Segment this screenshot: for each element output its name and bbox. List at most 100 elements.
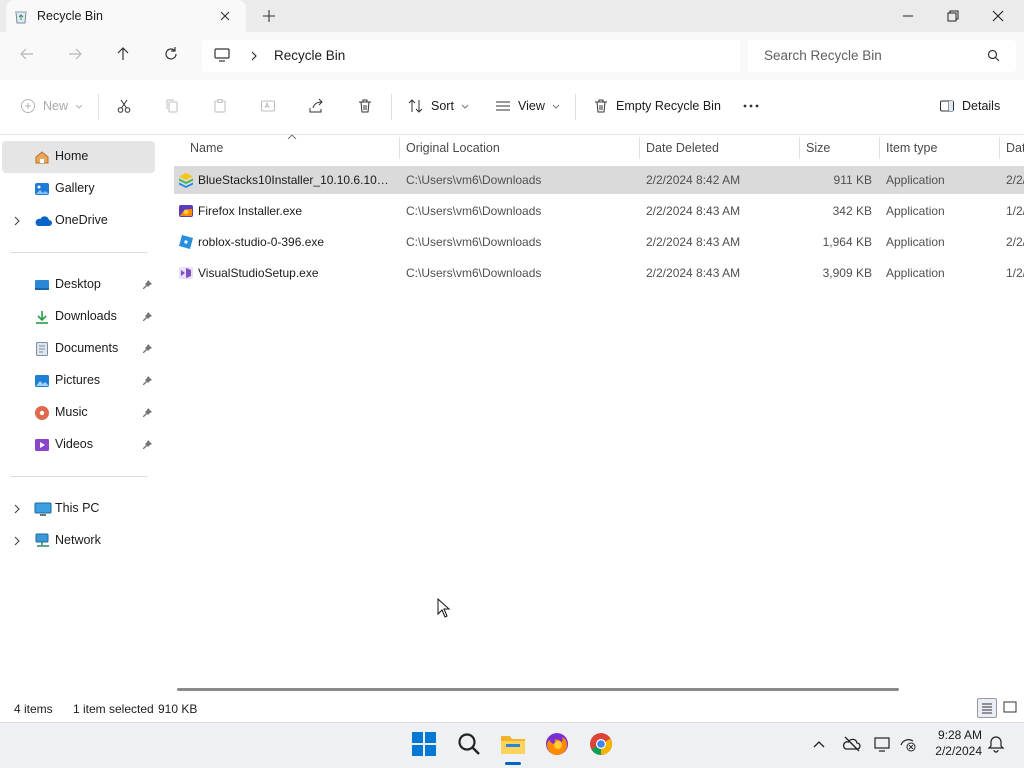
column-header-name[interactable]: Name [190,141,223,155]
this-pc-icon [34,501,52,517]
rename-button[interactable] [260,98,276,114]
clock-time[interactable]: 9:28 AM [932,728,982,742]
trash-icon [357,98,373,114]
column-divider[interactable] [999,137,1000,159]
search-icon[interactable] [987,49,1000,62]
minimize-icon[interactable] [900,8,916,24]
cut-button[interactable] [116,98,132,114]
view-button[interactable]: View [495,98,560,114]
paste-button[interactable] [212,98,228,114]
desktop-icon [34,277,50,293]
column-divider[interactable] [639,137,640,159]
file-location: C:\Users\vm6\Downloads [406,204,542,218]
column-header-size[interactable]: Size [806,141,830,155]
chevron-down-icon [461,102,469,110]
close-window-icon[interactable] [990,8,1006,24]
close-tab-icon[interactable] [218,9,232,23]
pin-icon[interactable] [142,407,153,418]
pictures-icon [34,373,50,389]
pin-icon[interactable] [142,311,153,322]
chevron-right-icon[interactable] [12,503,22,515]
roblox-icon [178,234,194,250]
column-header-date-deleted[interactable]: Date Deleted [646,141,719,155]
chevron-right-icon[interactable] [249,50,259,62]
search-placeholder: Search Recycle Bin [764,48,882,63]
firefox-icon[interactable] [544,731,570,757]
up-icon[interactable] [115,46,131,62]
network-icon [34,533,52,549]
table-row[interactable]: BlueStacks10Installer_10.10.6.1001_... C… [174,166,1024,194]
details-pane-icon [939,98,955,114]
pin-icon[interactable] [142,343,153,354]
notification-bell-icon[interactable] [988,735,1004,753]
music-icon [34,405,50,421]
show-hidden-icons-chevron-icon[interactable] [812,738,826,750]
firefox-installer-icon [178,203,194,219]
pin-icon[interactable] [142,439,153,450]
sidebar-item-documents[interactable]: Documents [2,333,155,365]
sidebar-item-desktop[interactable]: Desktop [2,269,155,301]
selection-count: 1 item selected [73,702,154,716]
column-header-original-location[interactable]: Original Location [406,141,500,155]
pin-icon[interactable] [142,279,153,290]
horizontal-scrollbar[interactable] [177,688,899,691]
forward-icon[interactable] [67,46,83,62]
restore-icon[interactable] [945,8,961,24]
table-row[interactable]: VisualStudioSetup.exe C:\Users\vm6\Downl… [174,259,1024,287]
file-size: 3,909 KB [822,266,872,280]
sidebar-item-this-pc[interactable]: This PC [2,493,155,525]
divider [10,476,148,477]
sidebar-item-network[interactable]: Network [2,525,155,557]
chrome-icon[interactable] [588,731,614,757]
file-date-deleted: 2/2/2024 8:43 AM [646,235,741,249]
column-header-date[interactable]: Dat [1006,141,1024,155]
file-size: 1,964 KB [822,235,872,249]
cut-icon [116,98,132,114]
network-status-icon[interactable] [899,735,919,753]
clock-date[interactable]: 2/2/2024 [924,744,982,758]
divider [391,94,392,120]
new-button[interactable]: New [20,98,83,114]
details-button[interactable]: Details [939,98,1000,114]
column-divider[interactable] [799,137,800,159]
sidebar-item-home[interactable]: Home [2,141,155,173]
table-row[interactable]: roblox-studio-0-396.exe C:\Users\vm6\Dow… [174,228,1024,256]
share-button[interactable] [308,98,324,114]
sidebar-item-gallery[interactable]: Gallery [2,173,155,205]
pin-icon[interactable] [142,375,153,386]
sidebar-item-pictures[interactable]: Pictures [2,365,155,397]
sidebar-item-label: Videos [55,437,93,451]
column-header-item-type[interactable]: Item type [886,141,937,155]
delete-button[interactable] [357,98,373,114]
table-row[interactable]: Firefox Installer.exe C:\Users\vm6\Downl… [174,197,1024,225]
display-icon[interactable] [873,735,893,753]
column-divider[interactable] [399,137,400,159]
copy-button[interactable] [164,98,180,114]
mouse-cursor-icon [437,598,451,618]
sort-button[interactable]: Sort [408,98,469,114]
sidebar-item-onedrive[interactable]: OneDrive [2,205,155,237]
sidebar-item-downloads[interactable]: Downloads [2,301,155,333]
breadcrumb[interactable]: Recycle Bin [274,48,345,63]
column-divider[interactable] [879,137,880,159]
new-tab-icon[interactable] [262,9,276,23]
search-taskbar-icon[interactable] [456,731,482,757]
details-view-icon[interactable] [977,698,997,718]
downloads-icon [34,309,50,325]
file-explorer-icon[interactable] [500,731,526,757]
file-date: 1/2/ [1006,266,1024,280]
start-icon[interactable] [411,731,437,757]
chevron-right-icon[interactable] [12,215,22,227]
onedrive-offline-icon[interactable] [842,735,862,753]
file-name: VisualStudioSetup.exe [198,266,319,280]
file-type: Application [886,173,945,187]
onedrive-icon [34,213,52,229]
tiles-view-icon[interactable] [1001,698,1021,718]
sidebar-item-videos[interactable]: Videos [2,429,155,461]
refresh-icon[interactable] [163,46,179,62]
chevron-right-icon[interactable] [12,535,22,547]
empty-recycle-bin-button[interactable]: Empty Recycle Bin [593,98,721,114]
back-icon[interactable] [19,46,35,62]
more-options-button[interactable] [742,98,760,114]
sidebar-item-music[interactable]: Music [2,397,155,429]
